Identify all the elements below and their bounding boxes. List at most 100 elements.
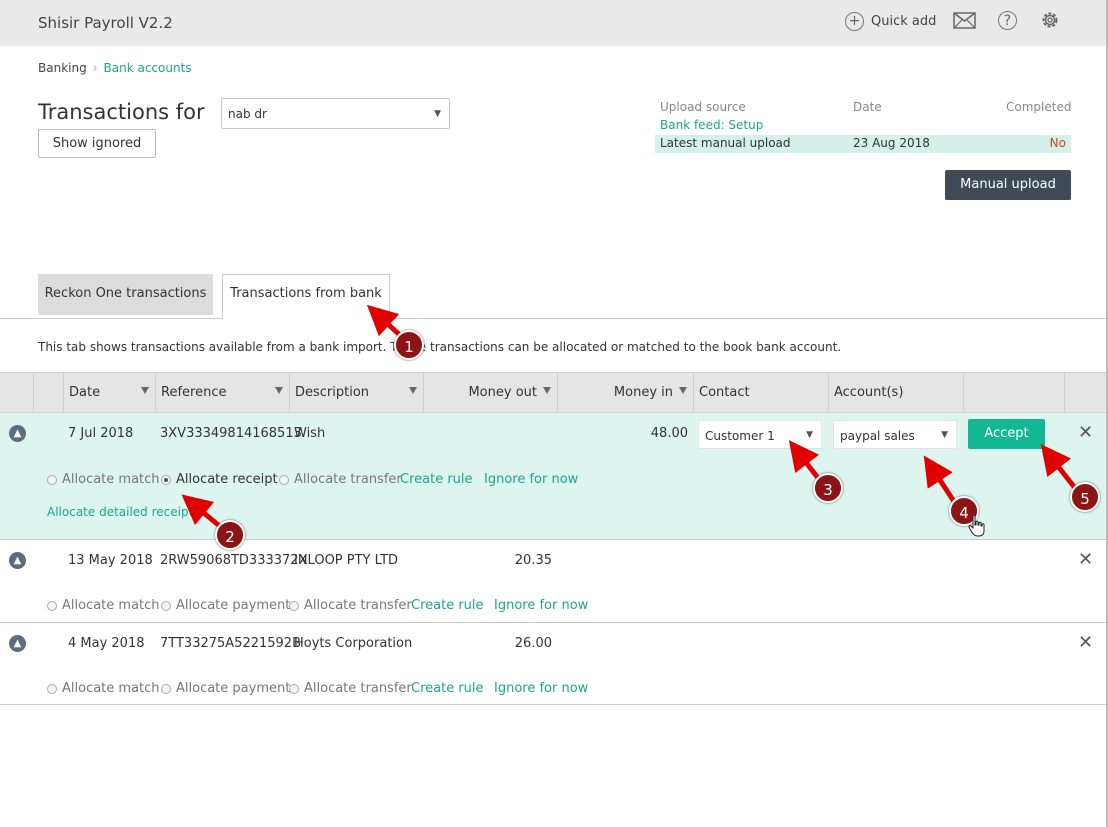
radio-checked-icon <box>161 474 171 485</box>
latest-upload-row: Latest manual upload 23 Aug 2018 No <box>655 135 1071 153</box>
ignore-for-now-link[interactable]: Ignore for now <box>494 681 588 696</box>
allocate-match-radio[interactable]: Allocate match <box>47 598 160 613</box>
bank-account-select[interactable]: nab dr ▼ <box>221 98 450 129</box>
header-accounts-label: Account(s) <box>834 385 904 400</box>
plus-circle-icon: + <box>845 11 864 31</box>
row-reference: 2RW59068TD333372X <box>160 553 308 568</box>
bank-feed-setup-link[interactable]: Bank feed: Setup <box>660 118 763 132</box>
grid-header: Date Reference Description Money out Mon… <box>0 372 1106 413</box>
ignore-for-now-link[interactable]: Ignore for now <box>494 598 588 613</box>
create-rule-link[interactable]: Create rule <box>411 598 484 613</box>
header-reference[interactable]: Reference <box>155 373 290 412</box>
radio-icon <box>161 683 171 694</box>
allocate-match-radio[interactable]: Allocate match <box>47 681 160 696</box>
tab-transactions-from-bank[interactable]: Transactions from bank <box>222 274 390 319</box>
manual-upload-button[interactable]: Manual upload <box>945 170 1071 200</box>
dropdown-caret-icon: ▼ <box>434 108 441 119</box>
page-title: Transactions for <box>38 100 205 124</box>
allocate-transfer-radio[interactable]: Allocate transfer <box>289 598 412 613</box>
latest-upload-completed: No <box>1049 136 1066 150</box>
create-rule-link[interactable]: Create rule <box>411 681 484 696</box>
callout-badge-3: 3 <box>813 473 843 503</box>
chevron-up-icon[interactable]: ▲ <box>9 425 26 442</box>
radio-label: Allocate match <box>62 598 160 613</box>
quick-add-button[interactable]: + Quick add <box>845 10 936 32</box>
pointer-hand-icon <box>967 514 987 542</box>
radio-label: Allocate transfer <box>294 472 402 487</box>
ignore-for-now-link[interactable]: Ignore for now <box>484 472 578 487</box>
row-divider <box>0 622 1106 623</box>
header-accounts: Account(s) <box>828 373 964 412</box>
header-contact: Contact <box>693 373 829 412</box>
header-money-out[interactable]: Money out <box>423 373 558 412</box>
allocate-payment-radio[interactable]: Allocate payment <box>161 681 290 696</box>
allocate-match-radio[interactable]: Allocate match <box>47 472 160 487</box>
header-money-in[interactable]: Money in <box>557 373 694 412</box>
close-icon[interactable]: ✕ <box>1078 634 1093 652</box>
header-date[interactable]: Date <box>63 373 156 412</box>
radio-icon <box>289 683 299 694</box>
row-money-out: 26.00 <box>514 636 552 651</box>
latest-upload-date: 23 Aug 2018 <box>853 136 930 150</box>
header-actions <box>963 373 1065 412</box>
radio-label: Allocate match <box>62 681 160 696</box>
filter-icon[interactable] <box>275 387 283 394</box>
close-icon[interactable]: ✕ <box>1078 424 1093 442</box>
radio-icon <box>161 600 171 611</box>
contact-select[interactable]: Customer 1 ▼ <box>698 420 822 449</box>
row-reference: 3XV33349814168513 <box>160 426 302 441</box>
radio-icon <box>279 474 289 485</box>
radio-icon <box>47 474 57 485</box>
row-reference: 7TT33275A5221592B <box>160 636 301 651</box>
row-money-out: 20.35 <box>514 553 552 568</box>
account-select[interactable]: paypal sales ▼ <box>833 420 957 449</box>
tab-reckon-one-transactions[interactable]: Reckon One transactions <box>38 274 213 315</box>
close-icon[interactable]: ✕ <box>1078 551 1093 569</box>
header-description[interactable]: Description <box>289 373 424 412</box>
chevron-up-icon[interactable]: ▲ <box>9 552 26 569</box>
filter-icon[interactable] <box>141 387 149 394</box>
upload-completed-header: Completed <box>1006 100 1072 114</box>
radio-icon <box>289 600 299 611</box>
tab-divider <box>0 318 1106 319</box>
account-value: paypal sales <box>840 429 915 443</box>
header-date-label: Date <box>69 385 101 400</box>
header-remove <box>1064 373 1106 412</box>
header-spacer <box>33 373 64 412</box>
allocate-transfer-radio[interactable]: Allocate transfer <box>289 681 412 696</box>
help-icon[interactable]: ? <box>998 11 1017 30</box>
gear-icon[interactable] <box>1040 10 1060 34</box>
allocate-payment-radio[interactable]: Allocate payment <box>161 598 290 613</box>
mail-icon[interactable] <box>953 12 976 33</box>
filter-icon[interactable] <box>679 387 687 394</box>
radio-label: Allocate transfer <box>304 681 412 696</box>
upload-source-header: Upload source <box>660 100 746 114</box>
accept-button[interactable]: Accept <box>968 419 1045 449</box>
radio-label: Allocate transfer <box>304 598 412 613</box>
breadcrumb-banking[interactable]: Banking <box>38 61 87 75</box>
row-divider <box>0 539 1106 540</box>
dropdown-caret-icon: ▼ <box>806 429 813 440</box>
header-contact-label: Contact <box>699 385 750 400</box>
create-rule-link[interactable]: Create rule <box>400 472 473 487</box>
upload-date-header: Date <box>853 100 882 114</box>
radio-label: Allocate payment <box>176 681 291 696</box>
allocate-detailed-receipt-link[interactable]: Allocate detailed receipt <box>47 505 193 519</box>
row-description: Hoyts Corporation <box>294 636 413 651</box>
callout-badge-2: 2 <box>215 520 245 550</box>
allocate-receipt-radio[interactable]: Allocate receipt <box>161 472 278 487</box>
breadcrumb-bank-accounts[interactable]: Bank accounts <box>104 61 192 75</box>
radio-label: Allocate receipt <box>176 472 278 487</box>
filter-icon[interactable] <box>409 387 417 394</box>
filter-icon[interactable] <box>543 387 551 394</box>
header-money-out-label: Money out <box>468 385 537 400</box>
radio-icon <box>47 683 57 694</box>
radio-label: Allocate match <box>62 472 160 487</box>
dropdown-caret-icon: ▼ <box>941 429 948 440</box>
show-ignored-button[interactable]: Show ignored <box>38 129 156 158</box>
row-date: 4 May 2018 <box>68 636 145 651</box>
chevron-up-icon[interactable]: ▲ <box>9 635 26 652</box>
row-date: 13 May 2018 <box>68 553 153 568</box>
header-money-in-label: Money in <box>613 385 673 400</box>
allocate-transfer-radio[interactable]: Allocate transfer <box>279 472 402 487</box>
